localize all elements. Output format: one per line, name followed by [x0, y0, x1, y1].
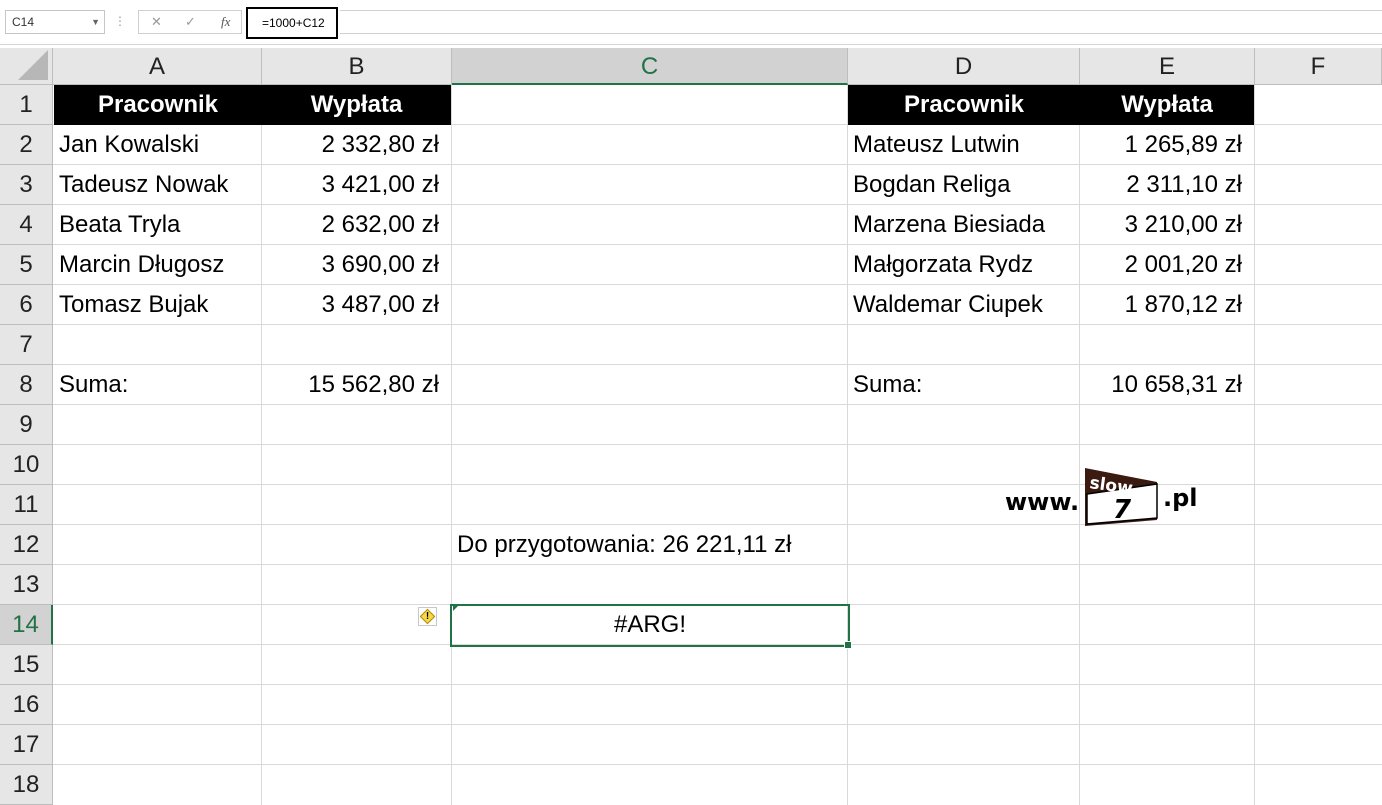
fill-handle[interactable]	[844, 641, 852, 649]
cell-b6[interactable]: 3 487,00 zł	[262, 285, 451, 325]
row-header-2[interactable]: 2	[0, 125, 53, 165]
select-all-button[interactable]	[0, 48, 53, 85]
slow7-logo: www. slow 7 .pl	[1005, 468, 1205, 528]
cell-e4[interactable]: 3 210,00 zł	[1080, 205, 1254, 245]
formula-buttons: ✕ ✓ fx	[138, 10, 242, 34]
cell-e2[interactable]: 1 265,89 zł	[1080, 125, 1254, 165]
row-header-6[interactable]: 6	[0, 285, 53, 325]
formula-bar: C14 ▼ ⋮ ✕ ✓ fx =1000+C12	[0, 0, 1382, 45]
cell-a5[interactable]: Marcin Długosz	[54, 245, 261, 285]
cell-c12[interactable]: Do przygotowania: 26 221,11 zł	[452, 525, 848, 565]
logo-www: www.	[1005, 488, 1080, 516]
name-box-value: C14	[12, 15, 35, 29]
cell-d8[interactable]: Suma:	[848, 365, 1079, 405]
cell-b8[interactable]: 15 562,80 zł	[262, 365, 451, 405]
cell-a6[interactable]: Tomasz Bujak	[54, 285, 261, 325]
row-header-5[interactable]: 5	[0, 245, 53, 285]
row-header-11[interactable]: 11	[0, 485, 53, 525]
cell-d6[interactable]: Waldemar Ciupek	[848, 285, 1079, 325]
cell-e5[interactable]: 2 001,20 zł	[1080, 245, 1254, 285]
column-header-d[interactable]: D	[848, 48, 1080, 85]
row-header-10[interactable]: 10	[0, 445, 53, 485]
slow7-badge-icon: slow 7	[1085, 468, 1158, 526]
row-header-1[interactable]: 1	[0, 85, 53, 125]
gridline	[53, 684, 1382, 685]
row-header-15[interactable]: 15	[0, 645, 53, 685]
cell-d5[interactable]: Małgorzata Rydz	[848, 245, 1079, 285]
row-header-3[interactable]: 3	[0, 165, 53, 205]
row-header-9[interactable]: 9	[0, 405, 53, 445]
gridline	[53, 724, 1382, 725]
row-header-16[interactable]: 16	[0, 685, 53, 725]
gridline	[53, 444, 1382, 445]
cell-d1[interactable]: Pracownik	[848, 85, 1080, 125]
row-header-13[interactable]: 13	[0, 565, 53, 605]
gridline	[1254, 85, 1255, 805]
gridline	[53, 764, 1382, 765]
row-header-4[interactable]: 4	[0, 205, 53, 245]
cell-e1[interactable]: Wypłata	[1080, 85, 1254, 125]
column-header-f[interactable]: F	[1255, 48, 1382, 85]
cell-b4[interactable]: 2 632,00 zł	[262, 205, 451, 245]
cell-a1[interactable]: Pracownik	[54, 85, 262, 125]
cell-e8[interactable]: 10 658,31 zł	[1080, 365, 1254, 405]
column-header-e[interactable]: E	[1080, 48, 1255, 85]
insert-function-icon[interactable]: fx	[221, 14, 230, 30]
cell-d2[interactable]: Mateusz Lutwin	[848, 125, 1079, 165]
name-box[interactable]: C14 ▼	[5, 10, 105, 34]
row-header-8[interactable]: 8	[0, 365, 53, 405]
row-header-14[interactable]: 14	[0, 605, 53, 645]
row-header-7[interactable]: 7	[0, 325, 53, 365]
gridline	[451, 85, 452, 805]
cell-e3[interactable]: 2 311,10 zł	[1080, 165, 1254, 205]
cell-a8[interactable]: Suma:	[54, 365, 261, 405]
row-header-18[interactable]: 18	[0, 765, 53, 805]
error-warning-icon[interactable]: !	[418, 607, 437, 626]
cell-d4[interactable]: Marzena Biesiada	[848, 205, 1079, 245]
active-cell-border	[450, 604, 852, 649]
column-header-b[interactable]: B	[262, 48, 452, 85]
cell-e6[interactable]: 1 870,12 zł	[1080, 285, 1254, 325]
cell-b5[interactable]: 3 690,00 zł	[262, 245, 451, 285]
cell-b3[interactable]: 3 421,00 zł	[262, 165, 451, 205]
column-header-c[interactable]: C	[452, 48, 848, 85]
logo-tld: .pl	[1163, 484, 1198, 512]
cell-b1[interactable]: Wypłata	[262, 85, 451, 125]
formula-input[interactable]: =1000+C12	[246, 7, 338, 39]
logo-badge-num: 7	[1113, 495, 1132, 525]
enter-icon[interactable]: ✓	[185, 14, 196, 30]
cell-a4[interactable]: Beata Tryla	[54, 205, 261, 245]
cell-b2[interactable]: 2 332,80 zł	[262, 125, 451, 165]
row-header-17[interactable]: 17	[0, 725, 53, 765]
separator-dots-icon: ⋮	[114, 14, 126, 28]
cell-d3[interactable]: Bogdan Religa	[848, 165, 1079, 205]
chevron-down-icon[interactable]: ▼	[91, 11, 100, 33]
cell-a2[interactable]: Jan Kowalski	[54, 125, 261, 165]
column-header-a[interactable]: A	[53, 48, 262, 85]
cancel-icon[interactable]: ✕	[151, 14, 162, 30]
formula-input-area[interactable]	[340, 10, 1382, 34]
row-header-12[interactable]: 12	[0, 525, 53, 565]
cell-a3[interactable]: Tadeusz Nowak	[54, 165, 261, 205]
